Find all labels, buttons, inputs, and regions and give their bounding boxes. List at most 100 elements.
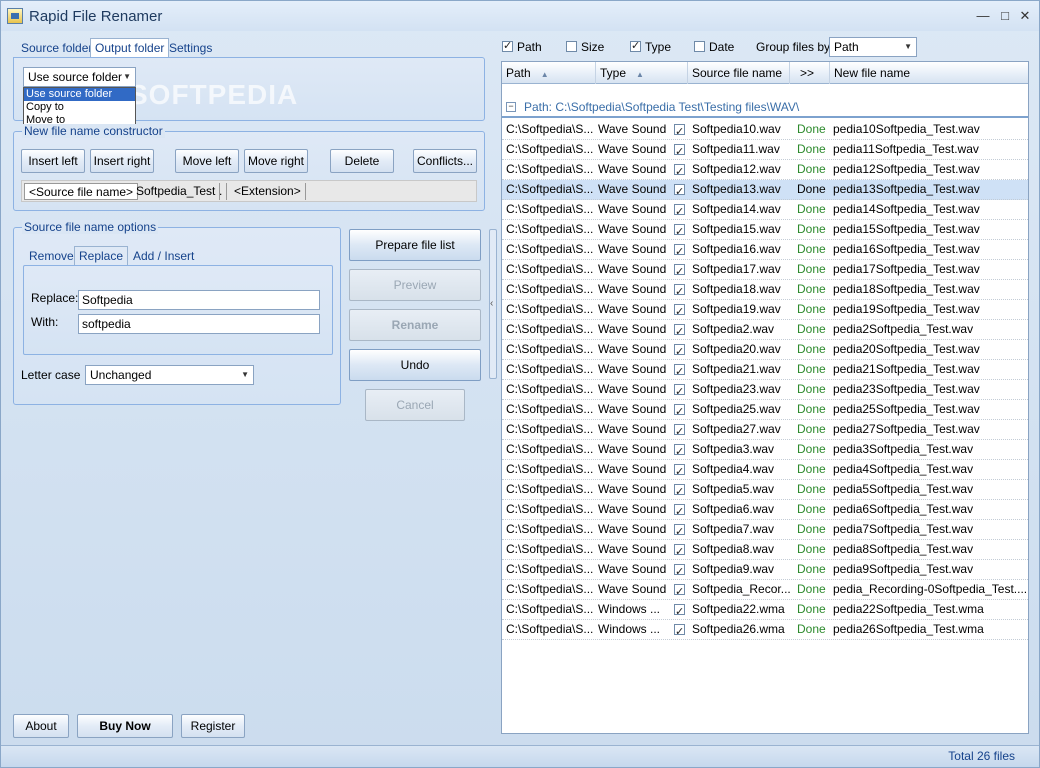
table-row[interactable]: C:\Softpedia\S... Wave Sound Softpedia25.w…: [502, 400, 1028, 421]
column-header-new-name[interactable]: New file name: [830, 62, 1028, 84]
table-row[interactable]: C:\Softpedia\S... Wave Sound Softpedia5.wa…: [502, 480, 1028, 501]
row-checkbox[interactable]: [674, 482, 685, 501]
row-checkbox[interactable]: [674, 182, 685, 201]
rename-button[interactable]: Rename: [349, 309, 481, 341]
table-row[interactable]: C:\Softpedia\S... Wave Sound Softpedia6.wa…: [502, 500, 1028, 521]
table-row[interactable]: C:\Softpedia\S... Wave Sound Softpedia12.w…: [502, 160, 1028, 181]
output-folder-combo[interactable]: Use source folder ▼: [23, 67, 136, 87]
table-row[interactable]: C:\Softpedia\S... Wave Sound Softpedia8.wa…: [502, 540, 1028, 561]
row-checkbox[interactable]: [674, 622, 685, 641]
row-checkbox[interactable]: [674, 242, 685, 261]
column-header-source[interactable]: Source file name: [688, 62, 790, 84]
table-row[interactable]: C:\Softpedia\S... Wave Sound Softpedia2.wa…: [502, 320, 1028, 341]
table-row[interactable]: C:\Softpedia\S... Wave Sound Softpedia18.w…: [502, 280, 1028, 301]
row-checkbox[interactable]: [674, 282, 685, 301]
size-checkbox[interactable]: [566, 41, 577, 52]
conflicts-button[interactable]: Conflicts...: [413, 149, 477, 173]
prepare-file-list-button[interactable]: Prepare file list: [349, 229, 481, 261]
cell-source-name: Softpedia2.wav: [692, 322, 775, 336]
token-extension[interactable]: <Extension>: [230, 183, 306, 200]
row-checkbox[interactable]: [674, 362, 685, 381]
tab-output-folder[interactable]: Output folder: [90, 38, 170, 58]
table-row[interactable]: C:\Softpedia\S... Wave Sound Softpedia15.w…: [502, 220, 1028, 241]
table-row[interactable]: C:\Softpedia\S... Wave Sound Softpedia3.wa…: [502, 440, 1028, 461]
group-row[interactable]: − Path: C:\Softpedia\Softpedia Test\Test…: [502, 96, 1028, 118]
row-checkbox[interactable]: [674, 582, 685, 601]
table-row[interactable]: C:\Softpedia\S... Wave Sound Softpedia9.wa…: [502, 560, 1028, 581]
collapse-group-icon[interactable]: −: [506, 102, 516, 112]
close-button[interactable]: ✕: [1015, 7, 1035, 25]
path-checkbox[interactable]: [502, 39, 513, 52]
minimize-button[interactable]: —: [973, 7, 993, 25]
dropdown-option-use-source[interactable]: Use source folder: [24, 88, 135, 101]
row-checkbox[interactable]: [674, 422, 685, 441]
insert-left-button[interactable]: Insert left: [21, 149, 85, 173]
insert-right-button[interactable]: Insert right: [90, 149, 154, 173]
row-checkbox[interactable]: [674, 382, 685, 401]
token-text[interactable]: Softpedia_Test: [132, 183, 221, 200]
tab-replace[interactable]: Replace: [74, 246, 129, 266]
tab-add-insert[interactable]: Add / Insert: [129, 247, 198, 265]
row-checkbox[interactable]: [674, 602, 685, 621]
row-checkbox[interactable]: [674, 342, 685, 361]
table-row[interactable]: C:\Softpedia\S... Wave Sound Softpedia21.w…: [502, 360, 1028, 381]
column-header-type[interactable]: Type ▲: [596, 62, 688, 84]
table-row[interactable]: C:\Softpedia\S... Wave Sound Softpedia11.w…: [502, 140, 1028, 161]
register-button[interactable]: Register: [181, 714, 245, 738]
table-row[interactable]: C:\Softpedia\S... Wave Sound Softpedia10.w…: [502, 120, 1028, 141]
tab-remove[interactable]: Remove: [25, 247, 78, 265]
type-checkbox[interactable]: [630, 39, 641, 52]
row-checkbox[interactable]: [674, 322, 685, 341]
table-row[interactable]: C:\Softpedia\S... Wave Sound Softpedia13.w…: [502, 180, 1028, 201]
row-checkbox[interactable]: [674, 302, 685, 321]
row-checkbox[interactable]: [674, 502, 685, 521]
row-checkbox[interactable]: [674, 202, 685, 221]
table-row[interactable]: C:\Softpedia\S... Wave Sound Softpedia4.wa…: [502, 460, 1028, 481]
table-row[interactable]: C:\Softpedia\S... Wave Sound Softpedia14.w…: [502, 200, 1028, 221]
buy-now-button[interactable]: Buy Now: [77, 714, 173, 738]
table-row[interactable]: C:\Softpedia\S... Windows ... Softpedia22.…: [502, 600, 1028, 621]
dropdown-option-copy-to[interactable]: Copy to: [24, 101, 135, 114]
column-header-path[interactable]: Path ▲: [502, 62, 596, 84]
move-right-button[interactable]: Move right: [244, 149, 308, 173]
row-checkbox[interactable]: [674, 402, 685, 421]
row-checkbox[interactable]: [674, 262, 685, 281]
replace-input[interactable]: Softpedia: [78, 290, 320, 310]
row-checkbox[interactable]: [674, 542, 685, 561]
table-row[interactable]: C:\Softpedia\S... Wave Sound Softpedia20.w…: [502, 340, 1028, 361]
table-row[interactable]: C:\Softpedia\S... Wave Sound Softpedia17.w…: [502, 260, 1028, 281]
row-checkbox[interactable]: [674, 122, 685, 141]
row-checkbox[interactable]: [674, 142, 685, 161]
table-row[interactable]: C:\Softpedia\S... Wave Sound Softpedia7.wa…: [502, 520, 1028, 541]
panel-splitter[interactable]: ‹: [489, 229, 497, 379]
table-row[interactable]: C:\Softpedia\S... Wave Sound Softpedia16.w…: [502, 240, 1028, 261]
letter-case-combo[interactable]: Unchanged ▼: [85, 365, 254, 385]
row-checkbox[interactable]: [674, 222, 685, 241]
delete-button[interactable]: Delete: [330, 149, 394, 173]
row-checkbox[interactable]: [674, 442, 685, 461]
token-source-file-name[interactable]: <Source file name>: [24, 183, 139, 200]
table-row[interactable]: C:\Softpedia\S... Windows ... Softpedia26.…: [502, 620, 1028, 641]
with-input[interactable]: softpedia: [78, 314, 320, 334]
cancel-button[interactable]: Cancel: [365, 389, 465, 421]
tab-source-folder[interactable]: Source folder: [17, 39, 96, 57]
date-checkbox[interactable]: [694, 41, 705, 52]
move-left-button[interactable]: Move left: [175, 149, 239, 173]
table-row[interactable]: C:\Softpedia\S... Wave Sound Softpedia27.w…: [502, 420, 1028, 441]
undo-button[interactable]: Undo: [349, 349, 481, 381]
row-checkbox[interactable]: [674, 162, 685, 181]
replace-panel: [23, 265, 333, 355]
preview-button[interactable]: Preview: [349, 269, 481, 301]
column-header-arrows[interactable]: >>: [790, 62, 830, 84]
maximize-button[interactable]: □: [995, 7, 1015, 25]
group-by-combo[interactable]: Path ▼: [829, 37, 917, 57]
table-row[interactable]: C:\Softpedia\S... Wave Sound Softpedia_Rec…: [502, 580, 1028, 601]
row-checkbox[interactable]: [674, 462, 685, 481]
row-checkbox[interactable]: [674, 522, 685, 541]
tab-settings[interactable]: Settings: [165, 39, 216, 57]
table-row[interactable]: C:\Softpedia\S... Wave Sound Softpedia23.w…: [502, 380, 1028, 401]
token-dot[interactable]: .: [215, 183, 228, 200]
about-button[interactable]: About: [13, 714, 69, 738]
row-checkbox[interactable]: [674, 562, 685, 581]
table-row[interactable]: C:\Softpedia\S... Wave Sound Softpedia19.w…: [502, 300, 1028, 321]
